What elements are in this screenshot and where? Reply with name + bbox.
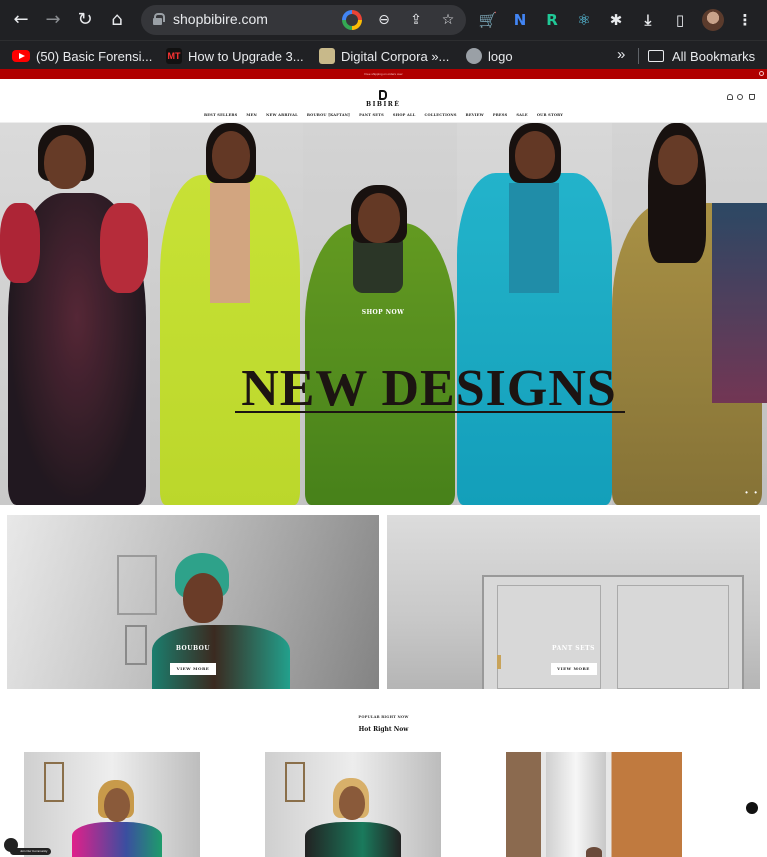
side-panel-icon[interactable]: ▯ (670, 10, 690, 30)
logo-text: BIBIRÉ (366, 101, 401, 108)
chat-icon[interactable] (746, 802, 758, 814)
section-kicker: POPULAR RIGHT NOW (358, 715, 409, 719)
react-extension-icon[interactable]: ⚛ (574, 10, 594, 30)
collection-tile-pant-sets[interactable]: PANT SETS VIEW MORE (387, 515, 760, 689)
profile-avatar[interactable] (702, 9, 724, 31)
community-chat-icon (4, 838, 18, 852)
browser-toolbar: ← → ↻ ⌂ shopbibire.com ⊖ ⇪ ☆ 🛒 N R ⚛ ✱ ⤓… (0, 0, 767, 40)
bookmark-label: Digital Corpora »... (341, 48, 450, 64)
section-title: Hot Right Now (358, 726, 409, 733)
share-icon[interactable]: ⇪ (406, 10, 426, 30)
community-widget[interactable]: Join Our Community (4, 838, 58, 857)
bookmark-item[interactable]: Digital Corpora »... (319, 47, 449, 65)
forward-icon[interactable]: → (41, 8, 65, 32)
download-icon[interactable]: ⤓ (638, 10, 658, 30)
browser-menu-icon[interactable]: ⋮ (735, 10, 755, 30)
mt-icon: MT (166, 48, 182, 64)
all-bookmarks-button[interactable]: All Bookmarks (648, 47, 755, 65)
more-bookmarks-button[interactable]: » (617, 46, 625, 63)
site-logo[interactable]: BIBIRÉ (366, 90, 400, 108)
view-more-button[interactable]: VIEW MORE (170, 663, 216, 675)
nav-best-sellers[interactable]: BEST SELLERS (204, 113, 237, 117)
address-bar[interactable]: shopbibire.com ⊖ ⇪ ☆ (141, 5, 466, 35)
bookmarks-divider (638, 48, 639, 64)
cart-extension-icon[interactable]: 🛒 (478, 10, 498, 30)
promo-close-icon[interactable] (759, 71, 764, 76)
globe-icon (466, 48, 482, 64)
bookmark-label: (50) Basic Forensi... (36, 48, 153, 64)
nav-collections[interactable]: COLLECTIONS (424, 113, 456, 117)
nav-our-story[interactable]: OUR STORY (537, 113, 563, 117)
r-extension-icon[interactable]: R (542, 10, 562, 30)
nav-press[interactable]: PRESS (493, 113, 508, 117)
nav-review[interactable]: REVIEW (466, 113, 484, 117)
lock-icon[interactable] (153, 13, 165, 25)
headline-underline (235, 411, 625, 413)
n-extension-icon[interactable]: N (510, 10, 530, 30)
logo-mark-icon (379, 90, 387, 100)
account-icon[interactable] (727, 94, 733, 100)
folder-icon (648, 50, 664, 62)
google-lens-icon[interactable] (342, 10, 362, 30)
cart-icon[interactable] (749, 94, 755, 100)
all-bookmarks-label: All Bookmarks (672, 48, 756, 64)
bookmark-item[interactable]: (50) Basic Forensi... (12, 47, 152, 65)
bookmark-label: logo (488, 48, 513, 64)
nav-new-arrival[interactable]: NEW ARRIVAL (266, 113, 298, 117)
product-card[interactable] (506, 752, 682, 857)
nav-men[interactable]: MEN (246, 113, 257, 117)
bookmarks-bar: (50) Basic Forensi... MT How to Upgrade … (0, 40, 767, 69)
extensions-puzzle-icon[interactable]: ✱ (606, 10, 626, 30)
nav-boubou[interactable]: BOUBOU [Kaftan] (307, 113, 350, 117)
bookmark-label: How to Upgrade 3... (188, 48, 304, 64)
search-icon[interactable] (737, 94, 743, 100)
home-icon[interactable]: ⌂ (105, 8, 129, 32)
hero-headline: NEW DESIGNS (241, 360, 617, 417)
nav-sale[interactable]: SALE (516, 113, 527, 117)
url-text[interactable]: shopbibire.com (173, 11, 268, 27)
product-card[interactable] (265, 752, 441, 857)
nav-shop-all[interactable]: SHOP ALL (393, 113, 416, 117)
collection-tile-boubou[interactable]: BOUBOU VIEW MORE (7, 515, 379, 689)
nav-pant-sets[interactable]: PANT SETS (359, 113, 384, 117)
shop-now-button[interactable]: SHOP NOW (343, 309, 423, 316)
tile-title: PANT SETS (552, 645, 595, 652)
bookmark-item[interactable]: logo (466, 47, 513, 65)
digital-corpora-icon (319, 48, 335, 64)
main-nav: BEST SELLERS MEN NEW ARRIVAL BOUBOU [Kaf… (0, 113, 767, 117)
tile-title: BOUBOU (175, 645, 211, 652)
promo-text: Free shipping on orders over (364, 72, 403, 76)
site-header: BIBIRÉ BEST SELLERS MEN NEW ARRIVAL BOUB… (0, 79, 767, 123)
carousel-dots[interactable]: • • (745, 488, 759, 497)
bookmark-item[interactable]: MT How to Upgrade 3... (166, 47, 304, 65)
youtube-icon (12, 50, 30, 62)
bookmark-star-icon[interactable]: ☆ (438, 10, 458, 30)
promo-banner: Free shipping on orders over (0, 69, 767, 79)
view-more-button[interactable]: VIEW MORE (550, 663, 597, 675)
zoom-icon[interactable]: ⊖ (374, 10, 394, 30)
reload-icon[interactable]: ↻ (73, 8, 97, 32)
hero-banner[interactable]: SHOP NOW NEW DESIGNS • • (0, 123, 767, 505)
back-icon[interactable]: ← (9, 8, 33, 32)
